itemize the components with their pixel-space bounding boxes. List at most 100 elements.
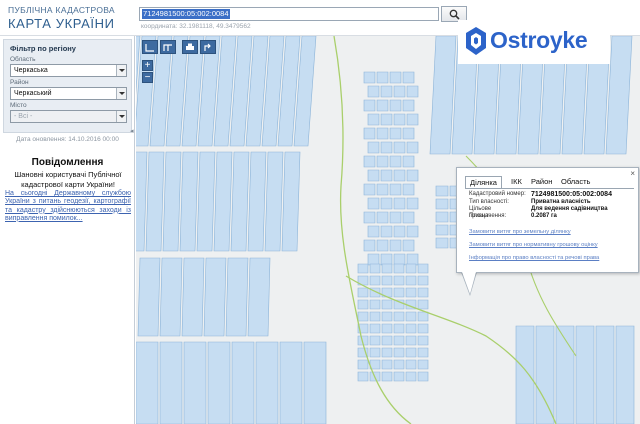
tab-ikk[interactable]: ІКК xyxy=(511,176,522,188)
land-parcel[interactable] xyxy=(367,197,380,210)
land-parcel[interactable] xyxy=(255,341,279,424)
close-icon[interactable]: × xyxy=(630,169,635,178)
land-parcel[interactable] xyxy=(196,151,216,252)
land-parcel[interactable] xyxy=(357,287,369,298)
land-parcel[interactable] xyxy=(136,151,148,252)
land-parcel[interactable] xyxy=(435,198,449,210)
collapse-arrow-icon[interactable]: ◂ xyxy=(130,127,134,135)
land-parcel[interactable] xyxy=(406,225,419,238)
land-parcel[interactable] xyxy=(417,359,429,370)
measure-area-button[interactable] xyxy=(160,40,176,54)
land-parcel[interactable] xyxy=(405,347,417,358)
land-parcel[interactable] xyxy=(357,263,369,274)
land-parcel[interactable] xyxy=(417,371,429,382)
land-parcel[interactable] xyxy=(303,341,327,424)
land-parcel[interactable] xyxy=(381,275,393,286)
land-parcel[interactable] xyxy=(406,253,419,266)
land-parcel[interactable] xyxy=(363,71,376,84)
zoom-in-button[interactable]: + xyxy=(142,60,153,71)
land-parcel[interactable] xyxy=(136,341,159,424)
land-parcel[interactable] xyxy=(417,299,429,310)
land-parcel[interactable] xyxy=(381,311,393,322)
land-parcel[interactable] xyxy=(369,335,381,346)
land-parcel[interactable] xyxy=(231,341,255,424)
region-select[interactable]: Черкаська xyxy=(10,64,127,77)
land-parcel[interactable] xyxy=(615,325,635,424)
city-select[interactable]: - Всі - xyxy=(10,110,127,123)
chevron-down-icon[interactable] xyxy=(116,111,126,122)
land-parcel[interactable] xyxy=(203,257,227,337)
land-parcel[interactable] xyxy=(393,225,406,238)
land-parcel[interactable] xyxy=(380,85,393,98)
land-parcel[interactable] xyxy=(367,85,380,98)
land-parcel[interactable] xyxy=(405,359,417,370)
land-parcel[interactable] xyxy=(417,275,429,286)
land-parcel[interactable] xyxy=(393,253,406,266)
land-parcel[interactable] xyxy=(393,113,406,126)
land-parcel[interactable] xyxy=(393,371,405,382)
land-parcel[interactable] xyxy=(380,169,393,182)
land-parcel[interactable] xyxy=(393,347,405,358)
land-parcel[interactable] xyxy=(369,263,381,274)
share-button[interactable] xyxy=(200,40,216,54)
land-parcel[interactable] xyxy=(281,151,301,252)
land-parcel[interactable] xyxy=(417,311,429,322)
tab-district[interactable]: Район xyxy=(531,176,552,188)
land-parcel[interactable] xyxy=(369,299,381,310)
land-parcel[interactable] xyxy=(367,169,380,182)
land-parcel[interactable] xyxy=(417,323,429,334)
land-parcel[interactable] xyxy=(393,311,405,322)
land-parcel[interactable] xyxy=(380,253,393,266)
land-parcel[interactable] xyxy=(279,341,303,424)
land-parcel[interactable] xyxy=(405,287,417,298)
land-parcel[interactable] xyxy=(405,311,417,322)
land-parcel[interactable] xyxy=(435,237,449,249)
land-parcel[interactable] xyxy=(159,257,183,337)
land-parcel[interactable] xyxy=(381,371,393,382)
land-parcel[interactable] xyxy=(225,257,249,337)
land-parcel[interactable] xyxy=(381,347,393,358)
land-parcel[interactable] xyxy=(393,169,406,182)
land-parcel[interactable] xyxy=(367,253,380,266)
land-parcel[interactable] xyxy=(389,127,402,140)
land-parcel[interactable] xyxy=(380,141,393,154)
site-logo-title[interactable]: ПУБЛІЧНА КАДАСТРОВА КАРТА УКРАЇНИ xyxy=(8,6,115,30)
land-parcel[interactable] xyxy=(417,287,429,298)
land-parcel[interactable] xyxy=(406,197,419,210)
land-parcel[interactable] xyxy=(162,151,182,252)
land-parcel[interactable] xyxy=(405,371,417,382)
chevron-down-icon[interactable] xyxy=(116,88,126,99)
land-parcel[interactable] xyxy=(575,325,595,424)
land-parcel[interactable] xyxy=(183,341,207,424)
land-parcel[interactable] xyxy=(376,127,389,140)
land-parcel[interactable] xyxy=(515,325,535,424)
print-button[interactable] xyxy=(182,40,198,54)
land-parcel[interactable] xyxy=(405,323,417,334)
land-parcel[interactable] xyxy=(369,275,381,286)
land-parcel[interactable] xyxy=(367,141,380,154)
land-parcel[interactable] xyxy=(230,151,250,252)
land-parcel[interactable] xyxy=(555,325,575,424)
land-parcel[interactable] xyxy=(367,225,380,238)
land-parcel[interactable] xyxy=(417,347,429,358)
land-parcel[interactable] xyxy=(363,127,376,140)
chevron-down-icon[interactable] xyxy=(116,65,126,76)
land-parcel[interactable] xyxy=(402,99,415,112)
land-parcel[interactable] xyxy=(145,151,165,252)
land-parcel[interactable] xyxy=(406,169,419,182)
land-parcel[interactable] xyxy=(363,211,376,224)
land-parcel[interactable] xyxy=(376,71,389,84)
land-parcel[interactable] xyxy=(369,347,381,358)
land-parcel[interactable] xyxy=(357,299,369,310)
land-parcel[interactable] xyxy=(595,325,615,424)
land-parcel[interactable] xyxy=(369,323,381,334)
land-parcel[interactable] xyxy=(389,155,402,168)
land-parcel[interactable] xyxy=(393,335,405,346)
land-parcel[interactable] xyxy=(402,239,415,252)
land-parcel[interactable] xyxy=(376,155,389,168)
tab-region[interactable]: Область xyxy=(561,176,590,188)
land-parcel[interactable] xyxy=(381,263,393,274)
land-parcel[interactable] xyxy=(357,371,369,382)
land-parcel[interactable] xyxy=(380,113,393,126)
land-parcel[interactable] xyxy=(402,155,415,168)
